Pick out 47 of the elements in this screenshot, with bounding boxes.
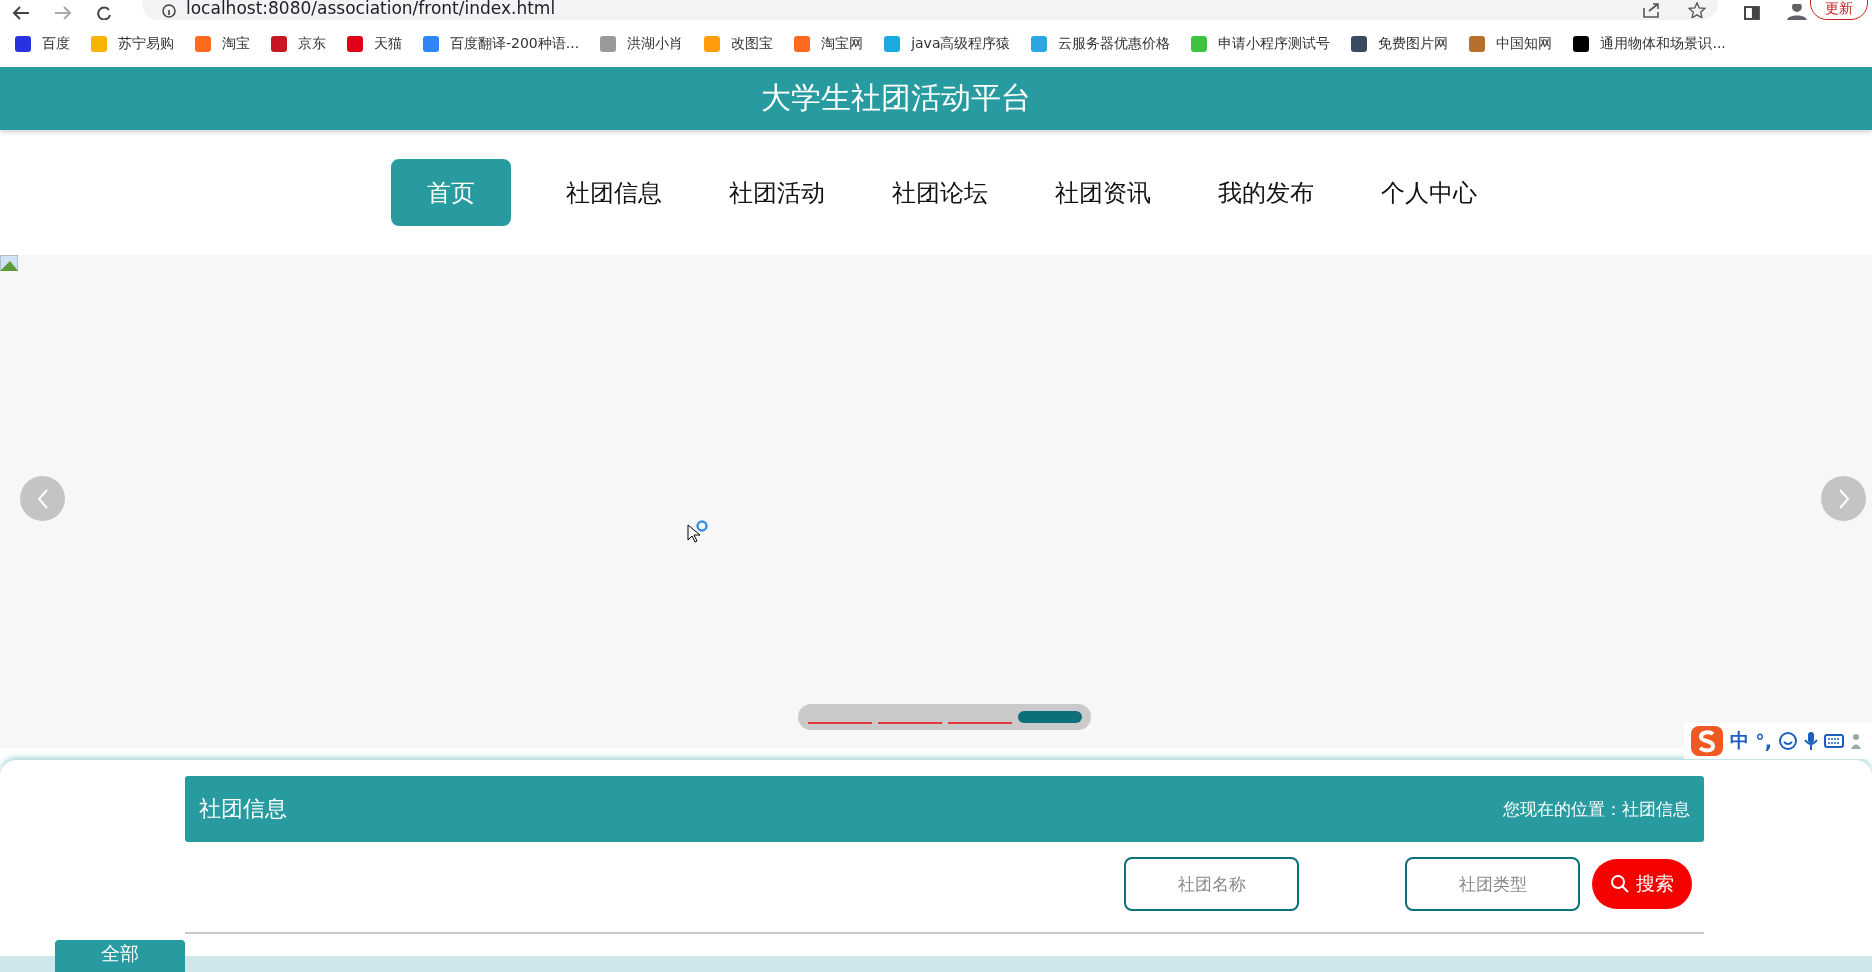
bookmark-link[interactable]: 通用物体和场景识... (1600, 34, 1726, 53)
filter-field[interactable]: 社团名称 (1124, 857, 1299, 911)
share-icon[interactable] (1642, 2, 1661, 18)
nav-tab[interactable]: 我的发布 (1206, 159, 1326, 226)
nav-tab[interactable]: 社团论坛 (880, 159, 1000, 226)
bookmark-link[interactable]: 云服务器优惠价格 (1058, 34, 1171, 53)
profile-icon[interactable] (1784, 4, 1810, 20)
bookmark-link[interactable]: 百度 (42, 34, 70, 53)
nav-tab[interactable]: 社团信息 (554, 159, 674, 226)
chevron-right-icon (1836, 487, 1851, 510)
star-icon[interactable] (1688, 2, 1707, 18)
bookmark-link[interactable]: 洪湖小肖 (627, 34, 684, 53)
info-icon (162, 4, 176, 18)
bookmark-link[interactable]: 淘宝网 (821, 34, 864, 53)
update-button[interactable]: 更新 (1810, 0, 1868, 20)
keyboard-icon[interactable] (1824, 733, 1844, 749)
ime-punctuation[interactable]: °, (1755, 730, 1772, 752)
ime-mode[interactable]: 中 (1730, 728, 1750, 754)
broken-image-icon (0, 255, 18, 271)
bookmark-link[interactable]: 百度翻译-200种语... (450, 34, 580, 53)
search-icon (1610, 874, 1630, 894)
search-button[interactable]: 搜索 (1592, 859, 1692, 909)
bookmark-link[interactable]: 改图宝 (731, 34, 774, 53)
microphone-icon[interactable] (1804, 731, 1818, 751)
bookmark-link[interactable]: 苏宁易购 (118, 34, 174, 53)
breadcrumb: 您现在的位置：社团信息 (1503, 797, 1690, 821)
smiley-icon[interactable] (1778, 731, 1798, 751)
reload-icon[interactable] (96, 6, 112, 20)
bookmark-link[interactable]: 淘宝 (222, 34, 250, 53)
bookmark-link[interactable]: 免费图片网 (1378, 34, 1449, 53)
section-title: 社团信息 (199, 795, 287, 823)
chevron-left-icon (35, 487, 50, 510)
bookmark-link[interactable]: java高级程序猿 (911, 34, 1011, 53)
bookmark-link[interactable]: 中国知网 (1496, 34, 1553, 53)
side-panel-icon[interactable] (1744, 6, 1761, 20)
back-icon[interactable] (12, 6, 30, 20)
address-bar[interactable]: localhost:8080/association/front/index.html (142, 0, 1719, 20)
url-text: localhost:8080/association/front/index.html (186, 0, 556, 18)
nav-tab[interactable]: 社团资讯 (1043, 159, 1163, 226)
filter-field[interactable]: 社团类型 (1405, 857, 1580, 911)
site-title: 大学生社团活动平台 (761, 79, 1032, 117)
bookmark-link[interactable]: 申请小程序测试号 (1218, 34, 1331, 53)
bookmark-link[interactable]: 天猫 (374, 34, 402, 53)
bookmark-link[interactable]: 京东 (298, 34, 326, 53)
slide-indicator[interactable] (1018, 711, 1082, 723)
nav-tab[interactable]: 个人中心 (1369, 159, 1489, 226)
nav-tab[interactable]: 社团活动 (717, 159, 837, 226)
